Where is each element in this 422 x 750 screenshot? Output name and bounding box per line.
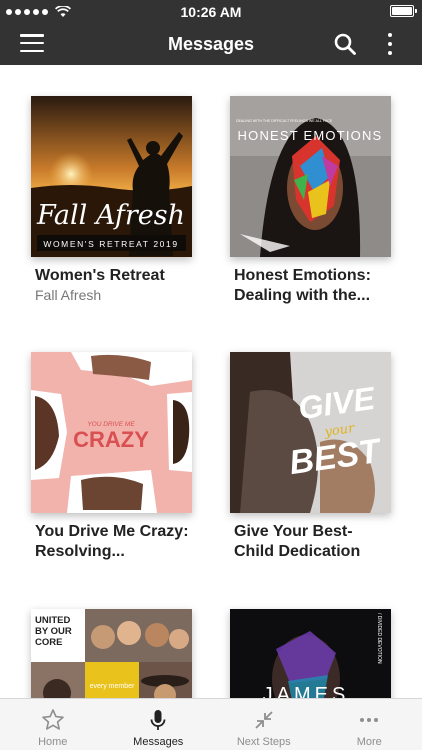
tab-label: Messages: [133, 736, 184, 748]
message-card-give-your-best[interactable]: GIVE your BEST Give Your Best- Child Ded…: [230, 352, 391, 562]
microphone-icon: [150, 710, 166, 730]
message-card-womens-retreat[interactable]: Fall Afresh WOMEN'S RETREAT 2019 Women's…: [31, 96, 192, 304]
tab-bar: Home Messages Next Steps More: [0, 698, 422, 750]
art-subtitle: WOMEN'S RETREAT 2019: [43, 239, 178, 249]
series-artwork[interactable]: YOU DRIVE ME CRAZY: [31, 352, 192, 513]
message-title: Honest Emotions: Dealing with the...: [234, 267, 371, 304]
message-subtitle: Fall Afresh: [35, 287, 102, 303]
tab-more[interactable]: More: [317, 699, 422, 750]
tab-next-steps[interactable]: Next Steps: [211, 699, 317, 750]
tab-label: Next Steps: [236, 736, 291, 748]
art-subtitle: DEALING WITH THE DIFFICULT FEELINGS WE A…: [236, 119, 333, 123]
collapse-arrows-icon: [255, 711, 273, 729]
tab-home[interactable]: Home: [0, 699, 106, 750]
art-subtitle: / DIVIDED DEVOTION: [376, 613, 382, 664]
series-artwork[interactable]: DEALING WITH THE DIFFICULT FEELINGS WE A…: [230, 96, 391, 257]
series-artwork[interactable]: GIVE your BEST: [230, 352, 391, 513]
star-icon: [41, 709, 64, 730]
message-title: Give Your Best- Child Dedication: [234, 523, 361, 560]
message-card-honest-emotions[interactable]: DEALING WITH THE DIFFICULT FEELINGS WE A…: [230, 96, 391, 306]
message-card-you-drive-me-crazy[interactable]: YOU DRIVE ME CRAZY You Drive Me Crazy: R…: [31, 352, 192, 562]
art-title: Fall Afresh: [36, 200, 185, 231]
clock: 10:26 AM: [180, 4, 242, 20]
nav-bar: Messages: [0, 22, 422, 65]
ellipsis-icon: [360, 718, 379, 722]
tab-messages[interactable]: Messages: [106, 699, 212, 750]
message-title: Women's Retreat: [35, 267, 165, 284]
series-artwork[interactable]: Fall Afresh WOMEN'S RETREAT 2019: [31, 96, 192, 257]
art-badge: every member: [90, 683, 135, 690]
battery-icon: [390, 5, 417, 17]
more-options-icon[interactable]: [380, 31, 400, 57]
art-title: CRAZY: [73, 427, 149, 452]
message-title: You Drive Me Crazy: Resolving...: [35, 523, 189, 560]
tab-label: More: [356, 736, 382, 748]
search-icon[interactable]: [333, 32, 357, 56]
page-title: Messages: [167, 34, 255, 54]
tab-label: Home: [38, 736, 68, 748]
art-title: UNITED BY OUR CORE: [35, 615, 72, 648]
art-title: HONEST EMOTIONS: [238, 128, 383, 143]
status-bar: 10:26 AM: [0, 0, 422, 22]
